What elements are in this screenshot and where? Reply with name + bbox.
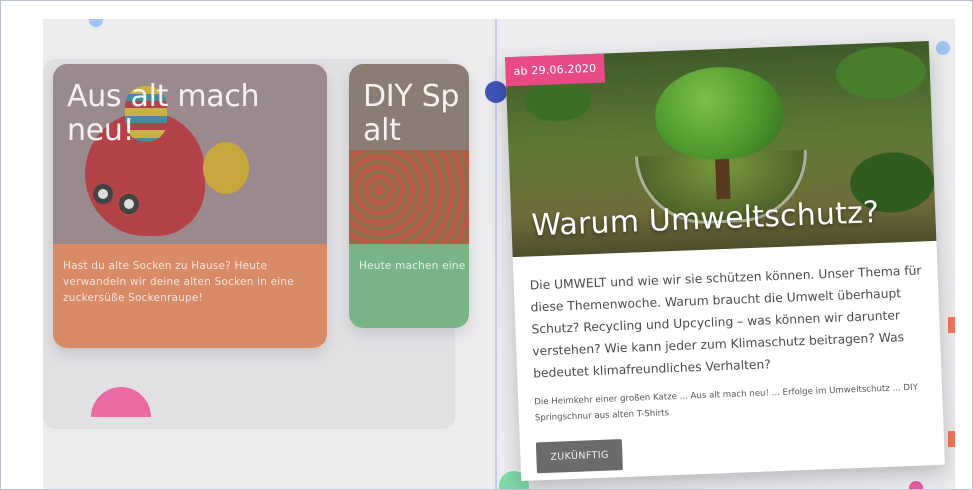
- feature-topics: Die Heimkehr einer großen Katze ... Aus …: [534, 382, 919, 424]
- browser-frame: Aus alt mach neu! Hast du alte Socken zu…: [0, 0, 973, 490]
- feature-description: Die UMWELT und wie wir sie schützen könn…: [529, 263, 922, 381]
- decor-dot: [936, 41, 950, 55]
- decor-shape: [948, 317, 955, 333]
- foliage-shape: [524, 80, 592, 123]
- card-title: DIY Sp aus alt: [363, 79, 469, 148]
- card-body: Heute machen eine bunte Spr: [349, 244, 469, 328]
- eye-shape: [119, 194, 139, 214]
- featured-theme-card[interactable]: ab 29.06.2020 Warum Umweltschutz? Die UM…: [505, 41, 945, 481]
- themes-stage: Aus alt mach neu! Hast du alte Socken zu…: [43, 19, 955, 489]
- decor-shape: [948, 431, 955, 447]
- card-body: Hast du alte Socken zu Hause? Heute verw…: [53, 244, 327, 348]
- fabric-rolls-image: [349, 150, 469, 244]
- theme-card-aus-alt-mach-neu[interactable]: Aus alt mach neu! Hast du alte Socken zu…: [53, 64, 327, 348]
- decor-dot: [909, 481, 923, 489]
- decor-dot: [89, 19, 103, 27]
- card-title: Aus alt mach neu!: [67, 79, 260, 148]
- card-text: Heute machen eine bunte Spr: [359, 260, 469, 272]
- theme-card-diy-springschnur[interactable]: DIY Sp aus alt Heute machen eine bunte S…: [349, 64, 469, 328]
- foliage-shape: [834, 45, 927, 101]
- knitted-ball-shape: [203, 142, 249, 194]
- tree-canopy-shape: [653, 64, 786, 162]
- future-button[interactable]: ZUKÜNFTIG: [535, 439, 624, 474]
- eye-shape: [93, 184, 113, 204]
- feature-title: Warum Umweltschutz?: [530, 195, 880, 244]
- feature-content: Die UMWELT und wie wir sie schützen könn…: [513, 241, 945, 474]
- card-text: Hast du alte Socken zu Hause? Heute verw…: [63, 260, 294, 304]
- carousel-nav-dot[interactable]: [485, 81, 507, 103]
- date-badge: ab 29.06.2020: [505, 53, 605, 87]
- tree-globe-image: ab 29.06.2020 Warum Umweltschutz?: [505, 41, 937, 258]
